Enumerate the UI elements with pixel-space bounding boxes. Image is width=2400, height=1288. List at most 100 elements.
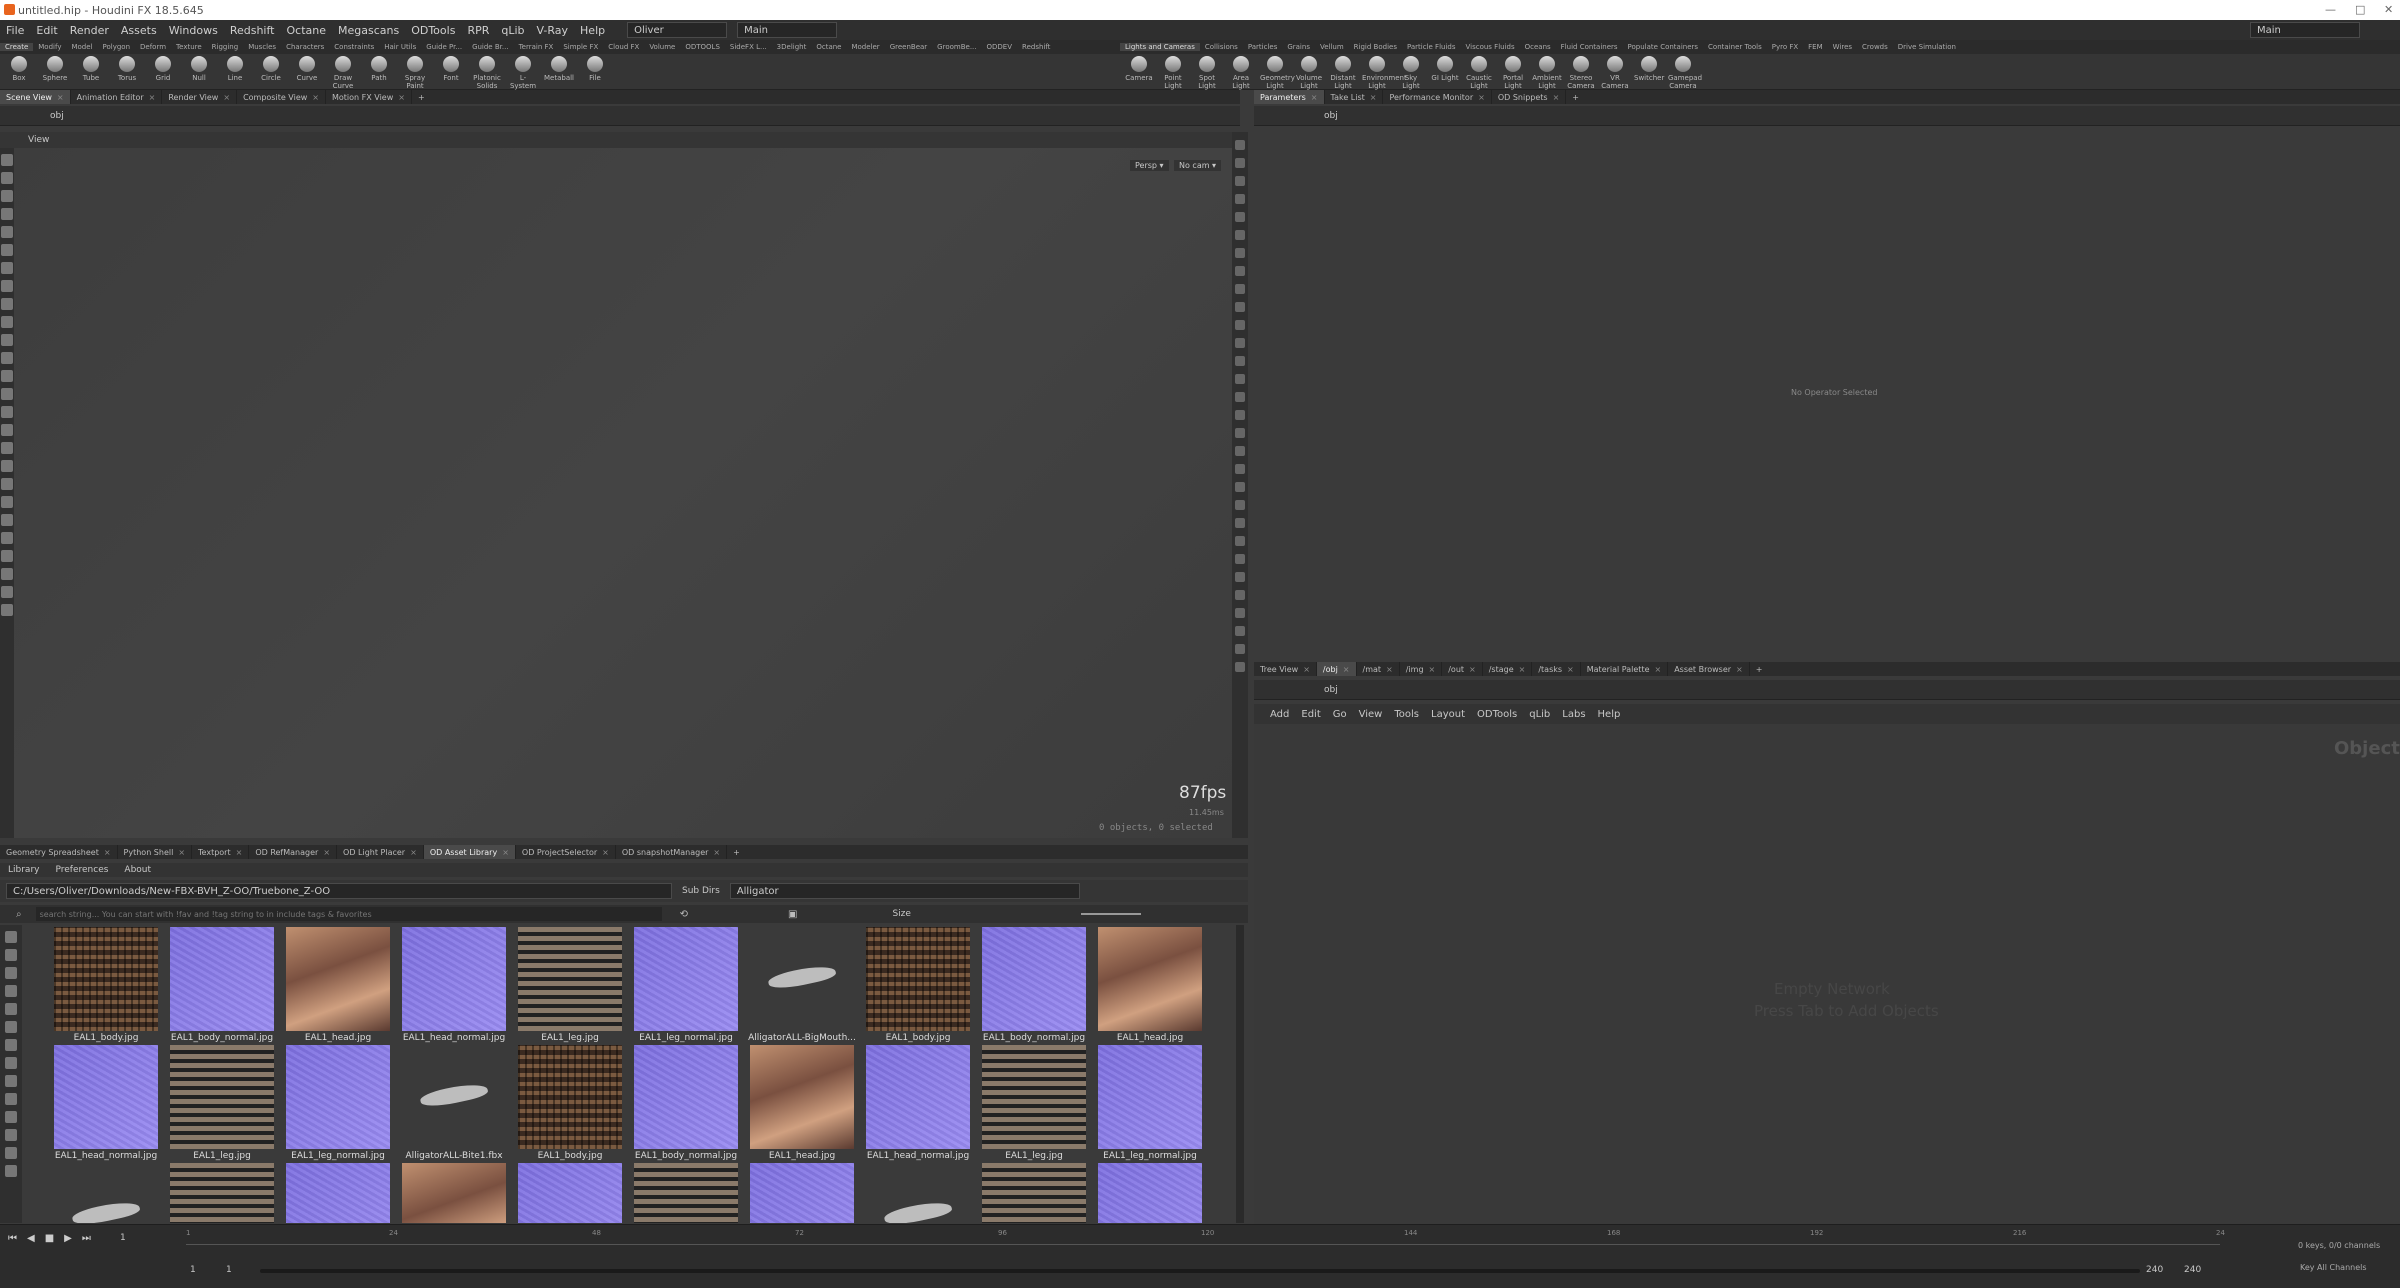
shelf-tool-sphere[interactable]: Sphere [40,56,70,82]
shelf-tab-simple-fx[interactable]: Simple FX [558,43,603,51]
tab-stage[interactable]: /stage × [1483,662,1533,676]
view-tool-icon[interactable] [1235,392,1245,402]
measure-tool-icon[interactable] [5,1165,17,1177]
shade-tool-icon[interactable] [1235,464,1245,474]
menu-assets[interactable]: Assets [121,24,157,37]
tab-close-icon[interactable]: × [1567,665,1574,674]
tab-od-light-placer[interactable]: OD Light Placer × [337,845,424,859]
lock-tool-icon[interactable] [1,586,13,598]
jump-end-icon[interactable]: ⏭ [82,1233,91,1244]
tab-close-icon[interactable]: × [602,848,609,857]
info-tool-icon[interactable] [1235,590,1245,600]
shelf-tab-oceans[interactable]: Oceans [1520,43,1556,51]
tab-close-icon[interactable]: × [713,848,720,857]
shelf-tool-draw-curve[interactable]: Draw Curve [328,56,358,90]
menu-file[interactable]: File [6,24,24,37]
shelf-tool-box[interactable]: Box [4,56,34,82]
ghost-tool-icon[interactable] [1235,500,1245,510]
tab-close-icon[interactable]: × [1386,665,1393,674]
move-tool-icon[interactable] [5,949,17,961]
menu-odtools[interactable]: ODTools [411,24,455,37]
shelf-tool-l-system[interactable]: L-System [508,56,538,90]
shelf-tab-viscous-fluids[interactable]: Viscous Fluids [1461,43,1520,51]
add-tab-icon[interactable]: + [1756,665,1763,674]
shelf-tab-create[interactable]: Create [0,43,34,51]
tab-close-icon[interactable]: × [1311,93,1318,102]
asset-thumbnail[interactable]: EAL1_head.jpg [750,1045,854,1161]
shelf-tool-geometry-light[interactable]: Geometry Light [1260,56,1295,90]
menu-v-ray[interactable]: V-Ray [537,24,569,37]
shelf-tool-metaball[interactable]: Metaball [544,56,574,82]
flipbook-tool-icon[interactable] [1235,428,1245,438]
tab-close-icon[interactable]: × [1478,93,1485,102]
tab-close-icon[interactable]: × [223,93,230,102]
asset-thumbnail[interactable] [54,1163,158,1223]
user-select[interactable]: Oliver [627,22,728,38]
shelf-tab-characters[interactable]: Characters [281,43,329,51]
shelf-tab-texture[interactable]: Texture [171,43,207,51]
library-search-input[interactable] [35,907,662,921]
shelf-tab-fem[interactable]: FEM [1803,43,1828,51]
shelf-tab-constraints[interactable]: Constraints [329,43,379,51]
frame-ruler[interactable]: 1 24 48 72 96 120 144 168 192 216 24 [186,1229,2225,1245]
home-tool-icon[interactable] [1,568,13,580]
asset-thumbnail[interactable] [634,1163,738,1223]
tab-close-icon[interactable]: × [57,93,64,102]
parameter-path[interactable]: obj [1324,111,1338,121]
tab-close-icon[interactable]: × [398,93,405,102]
light-tool-icon[interactable] [5,1111,17,1123]
shelf-tab-groombe[interactable]: GroomBe... [932,43,981,51]
range-start-field[interactable]: 1 [190,1265,196,1275]
shelf-tool-spot-light[interactable]: Spot Light [1192,56,1222,90]
wire-tool-icon[interactable] [1,496,13,508]
shelf-tool-ambient-light[interactable]: Ambient Light [1532,56,1562,90]
shelf-tool-point-light[interactable]: Point Light [1158,56,1188,90]
asset-thumbnail[interactable]: EAL1_body_normal.jpg [982,927,1086,1043]
tab-close-icon[interactable]: × [1370,93,1377,102]
network-menu-help[interactable]: Help [1598,709,1621,720]
library-tab-library[interactable]: Library [0,865,47,875]
close-button[interactable]: ✕ [2384,3,2393,16]
shelf-tool-gamepad-camera[interactable]: Gamepad Camera [1668,56,1702,90]
shelf-tab-guide-pr[interactable]: Guide Pr... [421,43,467,51]
shelf-tab-volume[interactable]: Volume [644,43,680,51]
shelf-tool-path[interactable]: Path [364,56,394,82]
asset-thumbnail[interactable]: EAL1_body.jpg [54,927,158,1043]
pin-tool-icon[interactable] [1235,518,1245,528]
grid-tool-icon[interactable] [1235,356,1245,366]
handle-tool-icon[interactable] [1,226,13,238]
home-tool-icon[interactable] [1235,554,1245,564]
sculpt-tool-icon[interactable] [5,1039,17,1051]
rotate-tool-icon[interactable] [1235,176,1245,186]
shelf-tab-grains[interactable]: Grains [1282,43,1315,51]
asset-thumbnail[interactable]: AlligatorALL-BigMouth... [748,927,856,1043]
menu-rpr[interactable]: RPR [467,24,489,37]
shelf-tool-sky-light[interactable]: Sky Light [1396,56,1426,90]
shelf-tool-null[interactable]: Null [184,56,214,82]
add-tab-icon[interactable]: + [418,93,425,102]
rotate-tool-icon[interactable] [1235,644,1245,654]
shelf-tool-area-light[interactable]: Area Light [1226,56,1256,90]
measure-tool-icon[interactable] [1,388,13,400]
shelf-tab-wires[interactable]: Wires [1828,43,1857,51]
menu-windows[interactable]: Windows [169,24,218,37]
tab-obj[interactable]: /obj × [1316,662,1357,676]
asset-thumbnail[interactable] [982,1163,1086,1223]
rotate-tool-icon[interactable] [5,967,17,979]
network-menu-qlib[interactable]: qLib [1529,709,1550,720]
tab-textport[interactable]: Textport × [192,845,250,859]
tab-close-icon[interactable]: × [1519,665,1526,674]
shelf-tool-file[interactable]: File [580,56,610,82]
light-tool-icon[interactable] [1,334,13,346]
shelf-tool-environment-light[interactable]: Environment Light [1362,56,1407,90]
tab-parameters[interactable]: Parameters × [1254,90,1325,104]
shelf-tab-modify[interactable]: Modify [33,43,66,51]
brush-tool-icon[interactable] [5,1057,17,1069]
tab-od-projectselector[interactable]: OD ProjectSelector × [516,845,616,859]
shelf-tool-spray-paint[interactable]: Spray Paint [400,56,430,90]
shelf-tool-torus[interactable]: Torus [112,56,142,82]
library-tab-about[interactable]: About [116,865,159,875]
move-tool-icon[interactable] [1235,158,1245,168]
viewport-3d[interactable]: Persp ▾ No cam ▾ 87fps 11.45ms 0 objects… [14,148,1232,838]
brush-tool-icon[interactable] [1,280,13,292]
